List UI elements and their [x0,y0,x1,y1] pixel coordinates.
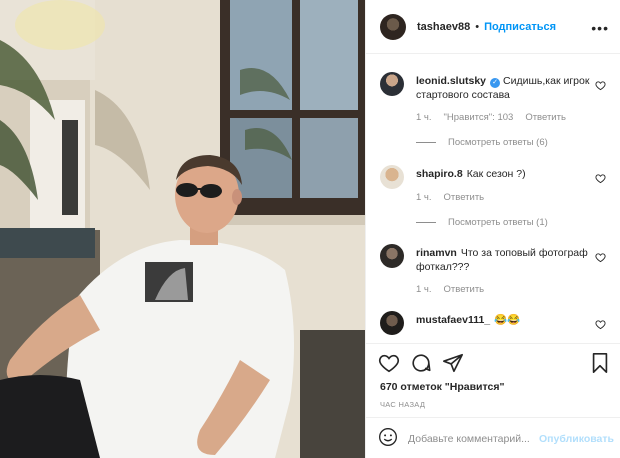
comment-body: rinamvn Что за топовый фотограф фоткал??? [416,246,596,274]
like-comment-heart-icon[interactable] [595,319,606,330]
post-actions: 670 отметок "Нравится" ЧАС НАЗАД Опублик… [366,343,620,458]
commenter-username[interactable]: mustafaev111_ [416,314,490,326]
post-time: ЧАС НАЗАД [380,400,426,409]
add-comment-bar: Опубликовать [366,417,620,458]
comment-meta: 1 ч. Ответить [416,192,484,203]
post-photo[interactable] [0,0,365,458]
view-replies-label: Посмотреть ответы (6) [448,137,548,148]
comment-text: Как сезон ?) [466,168,526,180]
comment-meta: 1 ч. Ответить [416,284,484,295]
photo-illustration [0,0,365,458]
comment-body: leonid.slutsky ✓ Сидишь,как игрок стартово… [416,74,596,102]
comment-time: 1 ч. [416,192,432,203]
view-replies-label: Посмотреть ответы (1) [448,217,548,228]
reply-button[interactable]: Ответить [444,284,485,295]
commenter-username[interactable]: shapiro.8 [416,168,463,180]
comments-list[interactable]: leonid.slutsky ✓ Сидишь,как игрок стартово… [366,55,620,343]
comment-body: mustafaev111_ 😂😂 [416,313,596,327]
comment-time: 1 ч. [416,284,432,295]
post-sidebar: tashaev88 • Подписаться ••• leonid.sluts… [365,0,620,458]
separator-dot: • [475,20,480,33]
like-comment-heart-icon[interactable] [595,80,606,91]
verified-badge-icon: ✓ [490,78,501,88]
comment-icon[interactable] [410,352,432,374]
publish-button[interactable]: Опубликовать [539,433,614,445]
comment-time: 1 ч. [416,112,432,123]
comment-body: shapiro.8 Как сезон ?) [416,167,596,181]
like-comment-heart-icon[interactable] [595,173,606,184]
emoji-icon[interactable] [378,427,398,450]
commenter-avatar[interactable] [380,244,404,268]
comment-text: 😂😂 [494,314,521,326]
comment-input[interactable] [408,432,533,445]
replies-divider-line [416,142,436,143]
reply-button[interactable]: Ответить [525,112,566,123]
replies-divider-line [416,222,436,223]
author-username[interactable]: tashaev88 [417,21,470,33]
follow-button[interactable]: Подписаться [484,21,556,33]
commenter-avatar[interactable] [380,72,404,96]
commenter-username[interactable]: rinamvn [416,247,457,259]
commenter-avatar[interactable] [380,165,404,189]
comment-likes[interactable]: "Нравится": 103 [444,112,514,123]
heart-icon[interactable] [378,352,400,374]
view-replies-button[interactable]: Посмотреть ответы (6) [416,137,548,148]
share-icon[interactable] [442,352,464,374]
comment-meta: 1 ч. "Нравится": 103 Ответить [416,112,566,123]
post-header: tashaev88 • Подписаться ••• [366,0,620,54]
commenter-username[interactable]: leonid.slutsky [416,75,486,87]
view-replies-button[interactable]: Посмотреть ответы (1) [416,217,548,228]
bookmark-icon[interactable] [589,352,611,374]
more-icon[interactable]: ••• [591,20,609,36]
likes-count[interactable]: 670 отметок "Нравится" [380,381,504,393]
like-comment-heart-icon[interactable] [595,252,606,263]
commenter-avatar[interactable] [380,311,404,335]
action-icons [378,352,464,374]
author-avatar[interactable] [380,13,406,40]
reply-button[interactable]: Ответить [444,192,485,203]
